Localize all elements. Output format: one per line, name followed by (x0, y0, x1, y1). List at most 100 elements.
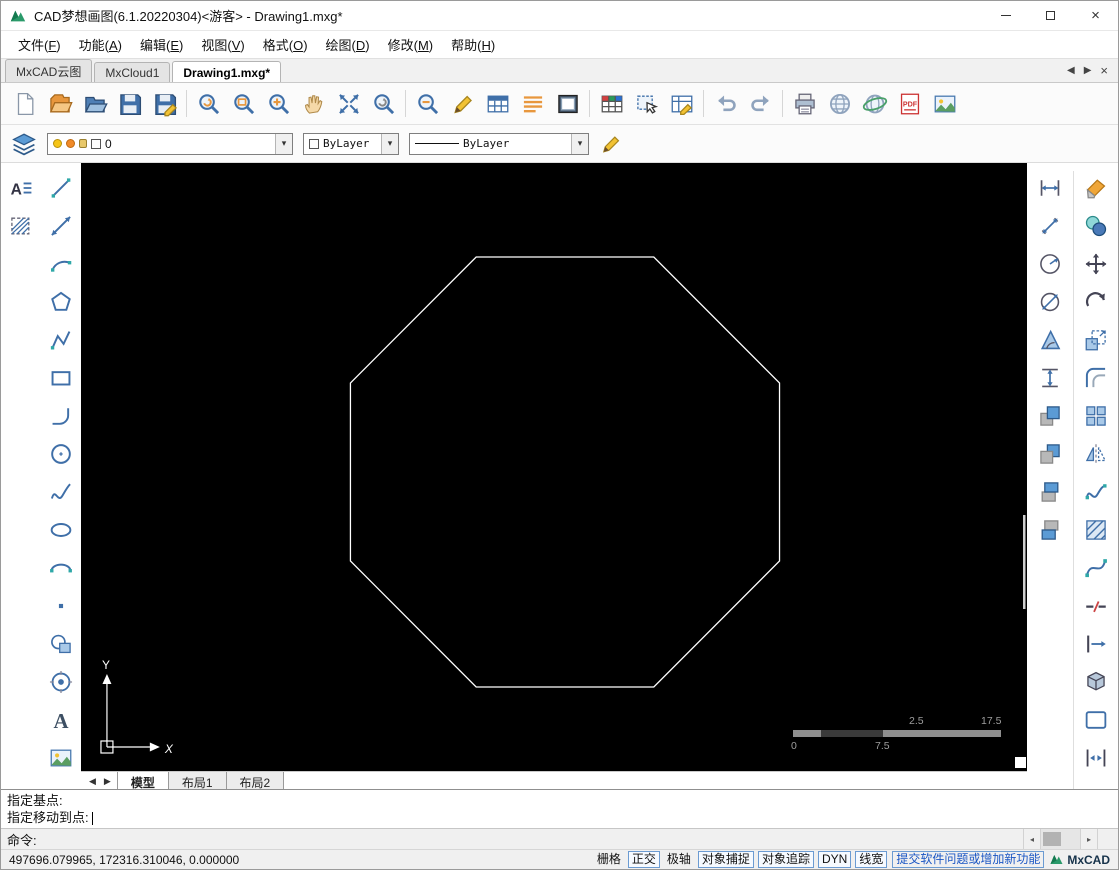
toolbar-web-globe-button[interactable] (822, 86, 857, 121)
doc-tab-1[interactable]: MxCAD云图 (5, 59, 93, 82)
tool-dim-radius-button[interactable] (1033, 247, 1067, 281)
toolbar-image-insert-button[interactable] (927, 86, 962, 121)
modify-spline-edit-button[interactable] (1079, 475, 1113, 509)
drawing-canvas[interactable]: Y X 2.5 17.5 0 7.5 (81, 163, 1027, 771)
toolbar-new-file-button[interactable] (7, 86, 42, 121)
tool-draw-order-above-button[interactable] (1033, 475, 1067, 509)
tool-hatch-button[interactable] (4, 209, 38, 243)
modify-explode-button[interactable] (1079, 665, 1113, 699)
toolbar-open-folder-button[interactable] (77, 86, 112, 121)
tool-ellipse-arc-button[interactable] (44, 551, 78, 585)
toolbar-text-list-button[interactable] (515, 86, 550, 121)
menu-item-1[interactable]: 文件(F) (9, 31, 70, 58)
toolbar-zoom-in-button[interactable] (261, 86, 296, 121)
tool-rectangle-button[interactable] (44, 361, 78, 395)
tool-dim-vertical-button[interactable] (1033, 361, 1067, 395)
tool-text-button[interactable]: A (44, 703, 78, 737)
status-toggle-2[interactable]: 正交 (627, 851, 660, 868)
tool-text-style-button[interactable]: A (4, 171, 38, 205)
toolbar-save-as-button[interactable] (147, 86, 182, 121)
scroll-left-icon[interactable]: ◂ (1023, 829, 1040, 849)
tool-dim-linear-button[interactable] (1033, 171, 1067, 205)
modify-scale-button[interactable] (1079, 323, 1113, 357)
chevron-down-icon[interactable]: ▾ (571, 133, 588, 154)
toolbar-zoom-previous-button[interactable] (366, 86, 401, 121)
doc-tab-prev-icon[interactable]: ◀ (1067, 65, 1075, 76)
menu-item-4[interactable]: 视图(V) (192, 31, 253, 58)
tool-draw-order-back-button[interactable] (1033, 437, 1067, 471)
status-toggle-5[interactable]: 对象追踪 (757, 851, 814, 868)
tool-dim-aligned-button[interactable] (1033, 209, 1067, 243)
layer-combo[interactable]: 0 ▾ (47, 132, 293, 155)
tool-arc-button[interactable] (44, 247, 78, 281)
linetype-combo[interactable]: ByLayer ▾ (409, 132, 589, 155)
toolbar-zoom-extents-button[interactable] (331, 86, 366, 121)
tool-draw-order-front-button[interactable] (1033, 399, 1067, 433)
tool-point-button[interactable] (44, 589, 78, 623)
toolbar-redo-button[interactable] (743, 86, 778, 121)
layout-prev-icon[interactable]: ◀ (85, 776, 100, 787)
toolbar-pdf-export-button[interactable]: PDF (892, 86, 927, 121)
tool-arc-polyline-button[interactable] (44, 399, 78, 433)
modify-viewport-tool-button[interactable] (1079, 703, 1113, 737)
tool-ellipse-button[interactable] (44, 513, 78, 547)
status-toggle-6[interactable]: DYN (817, 851, 852, 868)
color-combo[interactable]: ByLayer ▾ (303, 132, 399, 155)
tool-donut-button[interactable] (44, 665, 78, 699)
feedback-link[interactable]: 提交软件问题或增加新功能 (892, 851, 1045, 868)
toolbar-draw-pencil-button[interactable] (445, 86, 480, 121)
tool-line-button[interactable] (44, 171, 78, 205)
tool-polygon-button[interactable] (44, 285, 78, 319)
selection-handle[interactable] (1015, 757, 1026, 768)
menu-item-8[interactable]: 帮助(H) (442, 31, 504, 58)
toolbar-print-button[interactable] (787, 86, 822, 121)
scroll-thumb[interactable] (1043, 832, 1061, 846)
modify-extend-button[interactable] (1079, 627, 1113, 661)
modify-offset-button[interactable] (1079, 361, 1113, 395)
octagon-shape[interactable] (349, 256, 781, 688)
modify-move-button[interactable] (1079, 247, 1113, 281)
modify-copy-button[interactable] (1079, 209, 1113, 243)
toolbar-pan-hand-button[interactable] (296, 86, 331, 121)
toolbar-table-edit-button[interactable] (664, 86, 699, 121)
menu-item-2[interactable]: 功能(A) (70, 31, 131, 58)
toolbar-table-color-button[interactable] (594, 86, 629, 121)
status-toggle-4[interactable]: 对象捕捉 (697, 851, 754, 868)
tool-dim-diameter-button[interactable] (1033, 285, 1067, 319)
modify-curve-edit-button[interactable] (1079, 551, 1113, 585)
tool-draw-order-below-button[interactable] (1033, 513, 1067, 547)
toolbar-save-button[interactable] (112, 86, 147, 121)
tool-spline-button[interactable] (44, 475, 78, 509)
toolbar-web-sync-button[interactable] (857, 86, 892, 121)
status-toggle-3[interactable]: 极轴 (664, 852, 694, 867)
tool-construction-line-button[interactable] (44, 209, 78, 243)
modify-stretch-button[interactable] (1079, 741, 1113, 775)
layers-icon[interactable] (11, 131, 37, 157)
menu-item-5[interactable]: 格式(O) (254, 31, 317, 58)
doc-tab-next-icon[interactable]: ▶ (1084, 65, 1092, 76)
canvas-scroll-thumb[interactable] (1023, 515, 1026, 609)
command-history[interactable]: 指定基点: 指定移动到点: (1, 790, 1118, 828)
layout-next-icon[interactable]: ▶ (100, 776, 115, 787)
modify-rotate-button[interactable] (1079, 285, 1113, 319)
status-toggle-1[interactable]: 栅格 (594, 852, 624, 867)
toolbar-undo-button[interactable] (708, 86, 743, 121)
chevron-down-icon[interactable]: ▾ (275, 133, 292, 154)
modify-mirror-button[interactable] (1079, 437, 1113, 471)
doc-tab-2[interactable]: MxCloud1 (94, 62, 171, 82)
tool-image-draw-button[interactable] (44, 741, 78, 775)
toolbar-zoom-out-button[interactable] (410, 86, 445, 121)
doc-tab-3[interactable]: Drawing1.mxg* (172, 61, 282, 82)
status-toggle-7[interactable]: 线宽 (855, 851, 888, 868)
toolbar-table-button[interactable] (480, 86, 515, 121)
edit-pencil-icon[interactable] (599, 132, 623, 156)
modify-break-button[interactable] (1079, 589, 1113, 623)
scroll-right-icon[interactable]: ▸ (1080, 829, 1097, 849)
chevron-down-icon[interactable]: ▾ (381, 133, 398, 154)
menu-item-7[interactable]: 修改(M) (379, 31, 443, 58)
toolbar-zoom-rotate-button[interactable] (191, 86, 226, 121)
modify-erase-button[interactable] (1079, 171, 1113, 205)
close-button[interactable]: × (1073, 1, 1118, 30)
menu-item-3[interactable]: 编辑(E) (131, 31, 192, 58)
scroll-track[interactable] (1040, 829, 1080, 849)
